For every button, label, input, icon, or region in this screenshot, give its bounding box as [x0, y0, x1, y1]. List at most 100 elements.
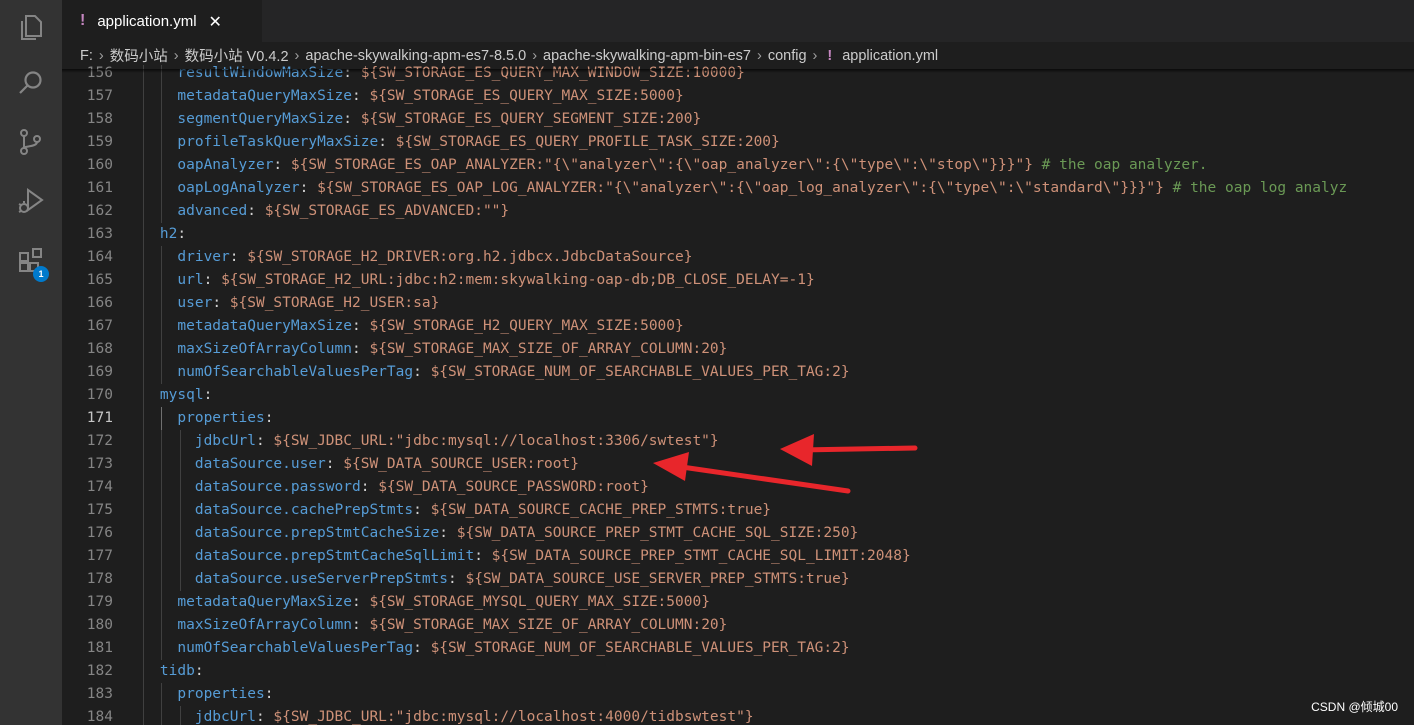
code-editor[interactable]: 156 resultWindowMaxSize: ${SW_STORAGE_ES… [62, 65, 1414, 725]
yaml-key: mysql [159, 387, 204, 403]
code-text: advanced: ${SW_STORAGE_ES_ADVANCED:""} [125, 200, 509, 223]
code-line[interactable]: 182 tidb: [62, 660, 1414, 683]
yaml-value: ${SW_JDBC_URL:"jdbc:mysql://localhost:40… [273, 709, 754, 725]
yaml-colon: : [352, 594, 370, 610]
breadcrumb-item[interactable]: apache-skywalking-apm-es7-8.5.0 [305, 48, 526, 64]
code-text: dataSource.prepStmtCacheSize: ${SW_DATA_… [125, 522, 858, 545]
files-icon[interactable] [0, 3, 62, 51]
yaml-key: maxSizeOfArrayColumn [177, 341, 352, 357]
source-control-icon[interactable] [0, 118, 62, 166]
breadcrumb-item[interactable]: apache-skywalking-apm-bin-es7 [543, 48, 751, 64]
search-icon[interactable] [0, 59, 62, 107]
yaml-key: user [177, 295, 213, 311]
yaml-colon: : [413, 364, 431, 380]
yaml-key: profileTaskQueryMaxSize [177, 134, 379, 150]
yaml-value: ${SW_STORAGE_NUM_OF_SEARCHABLE_VALUES_PE… [430, 364, 850, 380]
breadcrumb-item[interactable]: config [768, 48, 807, 64]
yaml-value: ${SW_STORAGE_MYSQL_QUERY_MAX_SIZE:5000} [369, 594, 710, 610]
code-line[interactable]: 172 jdbcUrl: ${SW_JDBC_URL:"jdbc:mysql:/… [62, 430, 1414, 453]
code-line[interactable]: 170 mysql: [62, 384, 1414, 407]
code-line[interactable]: 160 oapAnalyzer: ${SW_STORAGE_ES_OAP_ANA… [62, 154, 1414, 177]
code-line[interactable]: 175 dataSource.cachePrepStmts: ${SW_DATA… [62, 499, 1414, 522]
yaml-value: ${SW_STORAGE_ES_QUERY_SEGMENT_SIZE:200} [360, 111, 702, 127]
yaml-value: ${SW_STORAGE_MAX_SIZE_OF_ARRAY_COLUMN:20… [369, 341, 728, 357]
code-line[interactable]: 166 user: ${SW_STORAGE_H2_USER:sa} [62, 292, 1414, 315]
yaml-colon: : [264, 410, 274, 426]
run-debug-icon[interactable] [0, 177, 62, 225]
code-line[interactable]: 164 driver: ${SW_STORAGE_H2_DRIVER:org.h… [62, 246, 1414, 269]
code-line[interactable]: 174 dataSource.password: ${SW_DATA_SOURC… [62, 476, 1414, 499]
tab-bar: ! application.yml ✕ [62, 0, 1414, 42]
code-line[interactable]: 157 metadataQueryMaxSize: ${SW_STORAGE_E… [62, 85, 1414, 108]
code-line[interactable]: 167 metadataQueryMaxSize: ${SW_STORAGE_H… [62, 315, 1414, 338]
line-number: 178 [86, 571, 113, 587]
code-line[interactable]: 171 properties: [62, 407, 1414, 430]
close-icon[interactable]: ✕ [209, 12, 222, 31]
code-line[interactable]: 161 oapLogAnalyzer: ${SW_STORAGE_ES_OAP_… [62, 177, 1414, 200]
line-number: 165 [86, 272, 113, 288]
yaml-key: metadataQueryMaxSize [177, 88, 352, 104]
code-line[interactable]: 181 numOfSearchableValuesPerTag: ${SW_ST… [62, 637, 1414, 660]
code-text: metadataQueryMaxSize: ${SW_STORAGE_ES_QU… [125, 85, 683, 108]
breadcrumb-item[interactable]: 数码小站 [110, 45, 168, 66]
code-line[interactable]: 159 profileTaskQueryMaxSize: ${SW_STORAG… [62, 131, 1414, 154]
line-number: 177 [86, 548, 113, 564]
code-line[interactable]: 168 maxSizeOfArrayColumn: ${SW_STORAGE_M… [62, 338, 1414, 361]
code-line[interactable]: 165 url: ${SW_STORAGE_H2_URL:jdbc:h2:mem… [62, 269, 1414, 292]
line-number: 184 [86, 709, 113, 725]
breadcrumb-item[interactable]: 数码小站 V0.4.2 [185, 45, 289, 66]
extensions-icon[interactable]: 1 [0, 236, 62, 284]
yaml-key: metadataQueryMaxSize [177, 594, 352, 610]
code-text: metadataQueryMaxSize: ${SW_STORAGE_H2_QU… [125, 315, 684, 338]
code-line[interactable]: 162 advanced: ${SW_STORAGE_ES_ADVANCED:"… [62, 200, 1414, 223]
code-line[interactable]: 184 jdbcUrl: ${SW_JDBC_URL:"jdbc:mysql:/… [62, 706, 1414, 725]
yaml-key: dataSource.user [194, 456, 326, 472]
code-line[interactable]: 173 dataSource.user: ${SW_DATA_SOURCE_US… [62, 453, 1414, 476]
line-number: 179 [86, 594, 113, 610]
code-line[interactable]: 179 metadataQueryMaxSize: ${SW_STORAGE_M… [62, 591, 1414, 614]
code-line[interactable]: 176 dataSource.prepStmtCacheSize: ${SW_D… [62, 522, 1414, 545]
code-line[interactable]: 158 segmentQueryMaxSize: ${SW_STORAGE_ES… [62, 108, 1414, 131]
code-line[interactable]: 169 numOfSearchableValuesPerTag: ${SW_ST… [62, 361, 1414, 384]
code-text: segmentQueryMaxSize: ${SW_STORAGE_ES_QUE… [125, 108, 701, 131]
code-line[interactable]: 163 h2: [62, 223, 1414, 246]
code-text: numOfSearchableValuesPerTag: ${SW_STORAG… [125, 637, 849, 660]
yaml-key: numOfSearchableValuesPerTag [177, 364, 414, 380]
code-text: metadataQueryMaxSize: ${SW_STORAGE_MYSQL… [125, 591, 710, 614]
yaml-value: ${SW_STORAGE_H2_QUERY_MAX_SIZE:5000} [369, 318, 684, 334]
code-line[interactable]: 177 dataSource.prepStmtCacheSqlLimit: ${… [62, 545, 1414, 568]
code-text: maxSizeOfArrayColumn: ${SW_STORAGE_MAX_S… [125, 338, 727, 361]
code-line[interactable]: 183 properties: [62, 683, 1414, 706]
yaml-key: dataSource.prepStmtCacheSize [194, 525, 440, 541]
yaml-key: maxSizeOfArrayColumn [177, 617, 352, 633]
breadcrumb-item[interactable]: application.yml [842, 48, 938, 64]
yaml-colon: : [264, 686, 274, 702]
yaml-colon: : [352, 88, 370, 104]
code-line[interactable]: 180 maxSizeOfArrayColumn: ${SW_STORAGE_M… [62, 614, 1414, 637]
line-number: 183 [86, 686, 113, 702]
code-text: tidb: [125, 660, 204, 683]
breadcrumb-item[interactable]: F: [80, 48, 93, 64]
yaml-key: jdbcUrl [194, 709, 256, 725]
yaml-value: ${SW_STORAGE_ES_OAP_ANALYZER:"{\"analyze… [290, 157, 1033, 173]
tab-application-yml[interactable]: ! application.yml ✕ [62, 0, 262, 42]
yaml-key: dataSource.useServerPrepStmts [194, 571, 449, 587]
yaml-value: ${SW_DATA_SOURCE_PREP_STMT_CACHE_SQL_SIZ… [456, 525, 859, 541]
yaml-colon: : [352, 617, 370, 633]
code-line[interactable]: 178 dataSource.useServerPrepStmts: ${SW_… [62, 568, 1414, 591]
code-line[interactable]: 156 resultWindowMaxSize: ${SW_STORAGE_ES… [62, 65, 1414, 85]
line-number: 175 [86, 502, 113, 518]
yaml-colon: : [360, 479, 379, 495]
yaml-key: numOfSearchableValuesPerTag [177, 640, 414, 656]
